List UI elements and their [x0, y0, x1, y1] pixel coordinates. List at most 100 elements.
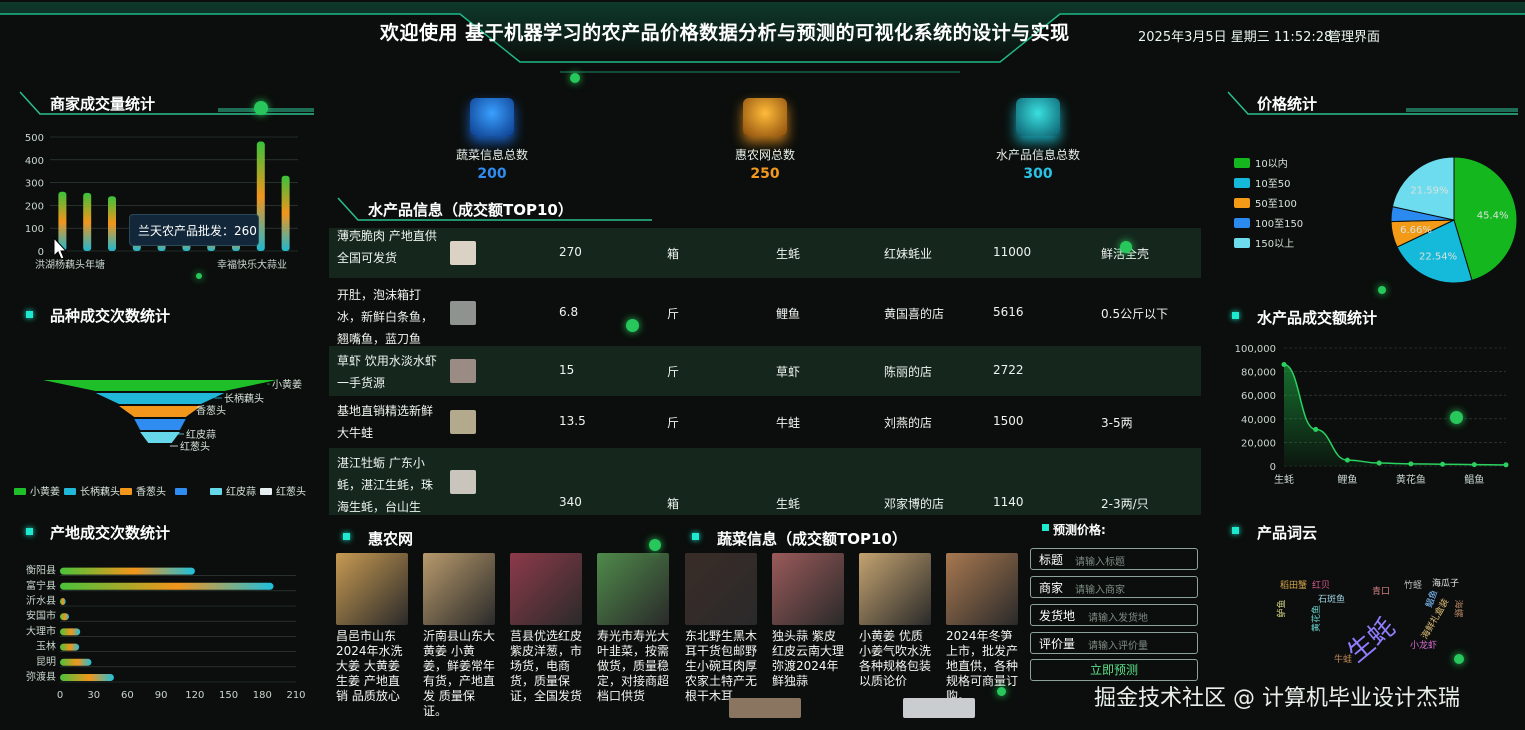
aquatic-amount-title: 水产品成交额统计 [1257, 309, 1378, 327]
product-name: 湛江牡蛎 广东小蚝，湛江生蚝，珠海生蚝，台山生 [337, 456, 434, 514]
legend-swatch[interactable] [1234, 178, 1250, 188]
merchant-bar[interactable] [83, 192, 92, 251]
data-point[interactable] [1281, 362, 1287, 368]
table-row[interactable]: 湛江牡蛎 广东小蚝，湛江生蚝，珠海生蚝，台山生 340 箱 生蚝 邓家博的店 1140 2-… [329, 448, 1201, 515]
merchant-bar[interactable] [281, 175, 290, 251]
product-card[interactable]: 昌邑市山东2024年水洗大姜 大黄姜 生姜 产地直销 品质放心 [336, 553, 410, 704]
data-point[interactable] [1440, 461, 1446, 467]
table-row[interactable]: 基地直销精选新鲜大牛蛙 13.5 斤 牛蛙 刘燕的店 1500 3-5两 [329, 396, 1201, 448]
cloud-word[interactable]: 小龙虾 [1410, 638, 1437, 651]
funnel-segment[interactable] [140, 432, 180, 443]
aquatic-section-title: 水产品信息（成交额TOP10） [368, 201, 573, 219]
table-row[interactable]: 草虾 饮用水淡水虾 一手货源 15 斤 草虾 陈丽的店 2722 [329, 346, 1201, 396]
product-card[interactable]: 沂南县山东大黄姜 小黄姜，鲜姜常年有货，产地直发 质量保证。 [423, 553, 497, 719]
legend-label[interactable]: 长柄藕头 [80, 485, 120, 498]
table-row[interactable]: 薄壳脆肉 产地直供 全国可发货 270 箱生蚝 红妹蚝业 11000 鲜活全壳 [329, 228, 1201, 278]
cloud-word[interactable]: 海瓜子 [1432, 576, 1459, 589]
legend-swatch[interactable] [120, 488, 132, 495]
decor-dot [1120, 241, 1132, 253]
data-point[interactable] [1313, 426, 1319, 432]
legend-swatch[interactable] [1234, 218, 1250, 228]
stat-huinong: 惠农网总数 250 [695, 98, 835, 182]
cloud-word[interactable]: 黄花鱼 [1309, 605, 1322, 632]
legend-swatch[interactable] [175, 488, 187, 495]
cloud-word[interactable]: 鲈鱼 [1275, 599, 1288, 617]
funnel-segment[interactable] [119, 406, 201, 417]
cloud-word[interactable]: 海螺 [1453, 599, 1466, 617]
origin-bar[interactable] [60, 658, 92, 666]
decor-dot [570, 73, 580, 83]
stat-label: 蔬菜信息总数 [455, 148, 528, 162]
product-card[interactable]: 莒县优选红皮 紫皮洋葱，市场货，电商货，质量保证，全国发货 [510, 553, 584, 704]
data-point[interactable] [1471, 462, 1477, 468]
legend-label[interactable]: 10以内 [1255, 157, 1288, 170]
legend-label[interactable]: 100至150 [1255, 218, 1303, 230]
legend-swatch[interactable] [1234, 238, 1250, 248]
y-tick-label: 60,000 [1241, 391, 1276, 402]
legend-swatch[interactable] [1234, 198, 1250, 208]
product-card[interactable]: 小黄姜 优质小姜气吹水洗 各种规格包装 以质论价 [859, 553, 933, 689]
origin-field[interactable]: 发货地 请输入发货地 [1030, 604, 1198, 626]
legend-label[interactable]: 香葱头 [136, 486, 166, 498]
origin-bar[interactable] [60, 643, 80, 651]
origin-bar[interactable] [60, 674, 114, 681]
x-tick-label: 180 [253, 690, 272, 701]
decor-dot [626, 319, 639, 332]
product-card[interactable]: 独头蒜 紫皮红皮云南大理弥渡2024年鲜独蒜 [772, 553, 846, 689]
merchant-bar[interactable] [108, 196, 116, 251]
origin-bar[interactable] [60, 628, 81, 636]
data-point[interactable] [1408, 461, 1414, 467]
predict-button[interactable]: 立即预测 [1030, 659, 1198, 681]
legend-swatch[interactable] [64, 488, 76, 495]
funnel-segment[interactable] [134, 419, 186, 430]
product-image [597, 553, 669, 625]
tooltip-text: 兰天农产品批发：260 [138, 224, 257, 238]
funnel-segment[interactable] [43, 380, 277, 391]
variety-funnel-chart: 小黄姜长柄藕头香葱头红皮蒜红葱头小黄姜 长柄藕头 香葱头 红皮蒜 红葱头 [14, 378, 306, 498]
cloud-word[interactable]: 青口 [1372, 584, 1390, 597]
product-card[interactable]: 寿光市寿光大叶韭菜，按需做货，质量稳定，对接商超档口供货 [597, 553, 671, 704]
legend-label[interactable]: 50至100 [1255, 198, 1297, 210]
legend-swatch[interactable] [260, 488, 272, 495]
legend-label[interactable]: 红葱头 [276, 485, 306, 498]
product-description: 沂南县山东大黄姜 小黄姜，鲜姜常年有货，产地直发 质量保证。 [423, 629, 496, 718]
cloud-word[interactable]: 石斑鱼 [1318, 592, 1345, 605]
data-point[interactable] [1376, 460, 1382, 466]
legend-swatch[interactable] [210, 488, 222, 495]
origin-bar[interactable] [60, 567, 195, 575]
cloud-word[interactable]: 牛蛙 [1334, 652, 1352, 665]
legend-swatch[interactable] [1234, 158, 1250, 168]
field-label: 商家 [1039, 581, 1064, 595]
title-field[interactable]: 标题 请输入标题 [1030, 548, 1198, 570]
field-placeholder: 请输入标题 [1075, 557, 1125, 568]
legend-label[interactable]: 10至50 [1255, 178, 1290, 190]
product-image [423, 553, 495, 625]
aquatic-table: 薄壳脆肉 产地直供 全国可发货 270 箱生蚝 红妹蚝业 11000 鲜活全壳 开肚，泡沫箱… [329, 228, 1201, 515]
origin-bar[interactable] [60, 598, 66, 605]
cloud-word[interactable]: 竹蛏 [1404, 578, 1422, 591]
origin-bar[interactable] [60, 582, 274, 590]
cell-spec: 3-5两 [1101, 416, 1133, 430]
data-point[interactable] [1503, 462, 1509, 468]
datetime-display: 2025年3月5日 星期三 11:52:28 [1138, 30, 1333, 45]
legend-label[interactable]: 150以上 [1255, 238, 1294, 250]
cloud-word[interactable]: 红贝 [1312, 578, 1330, 591]
merchant-field[interactable]: 商家 请输入商家 [1030, 576, 1198, 598]
funnel-segment[interactable] [95, 393, 225, 404]
table-row[interactable]: 开肚，泡沫箱打冰，新鲜白条鱼，翘嘴鱼，蓝刀鱼 6.8 斤 鲤鱼 黄国喜的店 5616 0.5… [329, 280, 1201, 346]
y-tick-label: 0 [1270, 462, 1276, 473]
product-card[interactable]: 2024年冬笋上市，批发产地直供，各种规格可商量订购。 [946, 553, 1020, 704]
legend-swatch[interactable] [14, 488, 26, 495]
legend-label[interactable]: 红皮蒜 [226, 485, 256, 498]
cell-shop: 邓家博的店 [884, 497, 945, 511]
cloud-word[interactable]: 稻田蟹 [1280, 578, 1307, 591]
cell-shop: 刘燕的店 [884, 416, 933, 430]
review-count-field[interactable]: 评价量 请输入评价量 [1030, 632, 1198, 654]
data-point[interactable] [1344, 457, 1350, 463]
product-card[interactable]: 东北野生黑木耳干货包邮野生小碗耳肉厚农家土特产无根干木耳 [685, 553, 759, 704]
admin-link[interactable]: 管理界面 [1328, 26, 1380, 45]
cell-price: 270 [559, 245, 582, 259]
legend-label[interactable]: 小黄姜 [30, 485, 60, 498]
veg-section-marker [692, 533, 699, 540]
origin-bar[interactable] [60, 613, 69, 621]
